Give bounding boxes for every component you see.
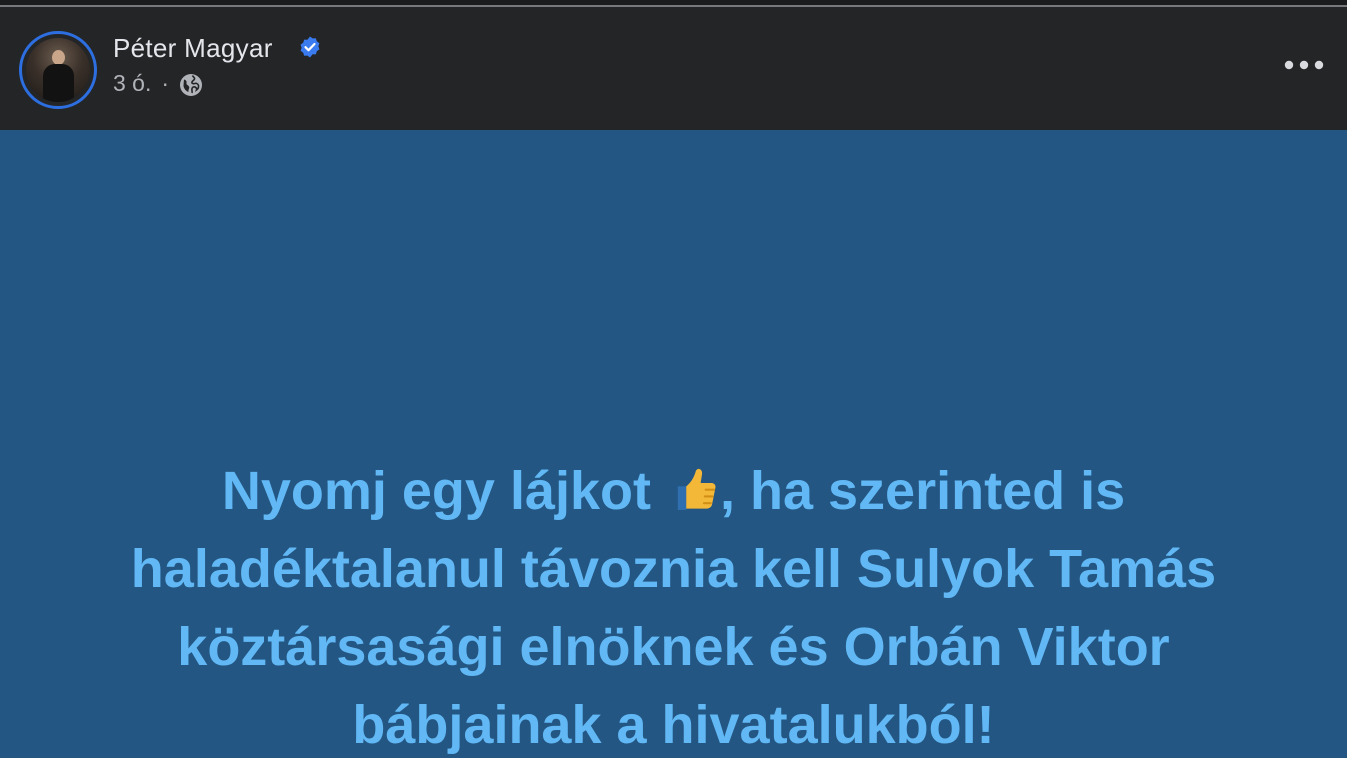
post-text-line-3: köztársasági elnöknek és Orbán Viktor: [177, 617, 1170, 677]
facebook-post: Péter Magyar 3 ó. · Nyomj egy lájkot , h…: [0, 0, 1347, 758]
avatar-photo: [26, 38, 90, 102]
post-background: Nyomj egy lájkot , ha szerinted is halad…: [0, 130, 1347, 758]
globe-icon[interactable]: [179, 73, 203, 97]
post-text: Nyomj egy lájkot , ha szerinted is halad…: [0, 452, 1347, 758]
post-text-line-2: haladéktalanul távoznia kell Sulyok Tamá…: [130, 539, 1217, 599]
post-meta: 3 ó. ·: [113, 70, 203, 97]
post-header: Péter Magyar 3 ó. ·: [0, 7, 1347, 130]
meta-separator: ·: [161, 70, 170, 96]
more-options-icon[interactable]: [1283, 59, 1325, 71]
author-name[interactable]: Péter Magyar: [113, 33, 273, 64]
thumbs-up-icon: [677, 468, 716, 510]
author-avatar[interactable]: [19, 31, 97, 109]
post-timestamp[interactable]: 3 ó.: [113, 70, 151, 97]
post-text-line-4: bábjainak a hivatalukból!: [352, 695, 995, 755]
top-divider: [0, 0, 1347, 7]
verified-badge-icon: [300, 36, 320, 58]
post-text-line-1: Nyomj egy lájkot , ha szerinted is: [221, 461, 1126, 521]
